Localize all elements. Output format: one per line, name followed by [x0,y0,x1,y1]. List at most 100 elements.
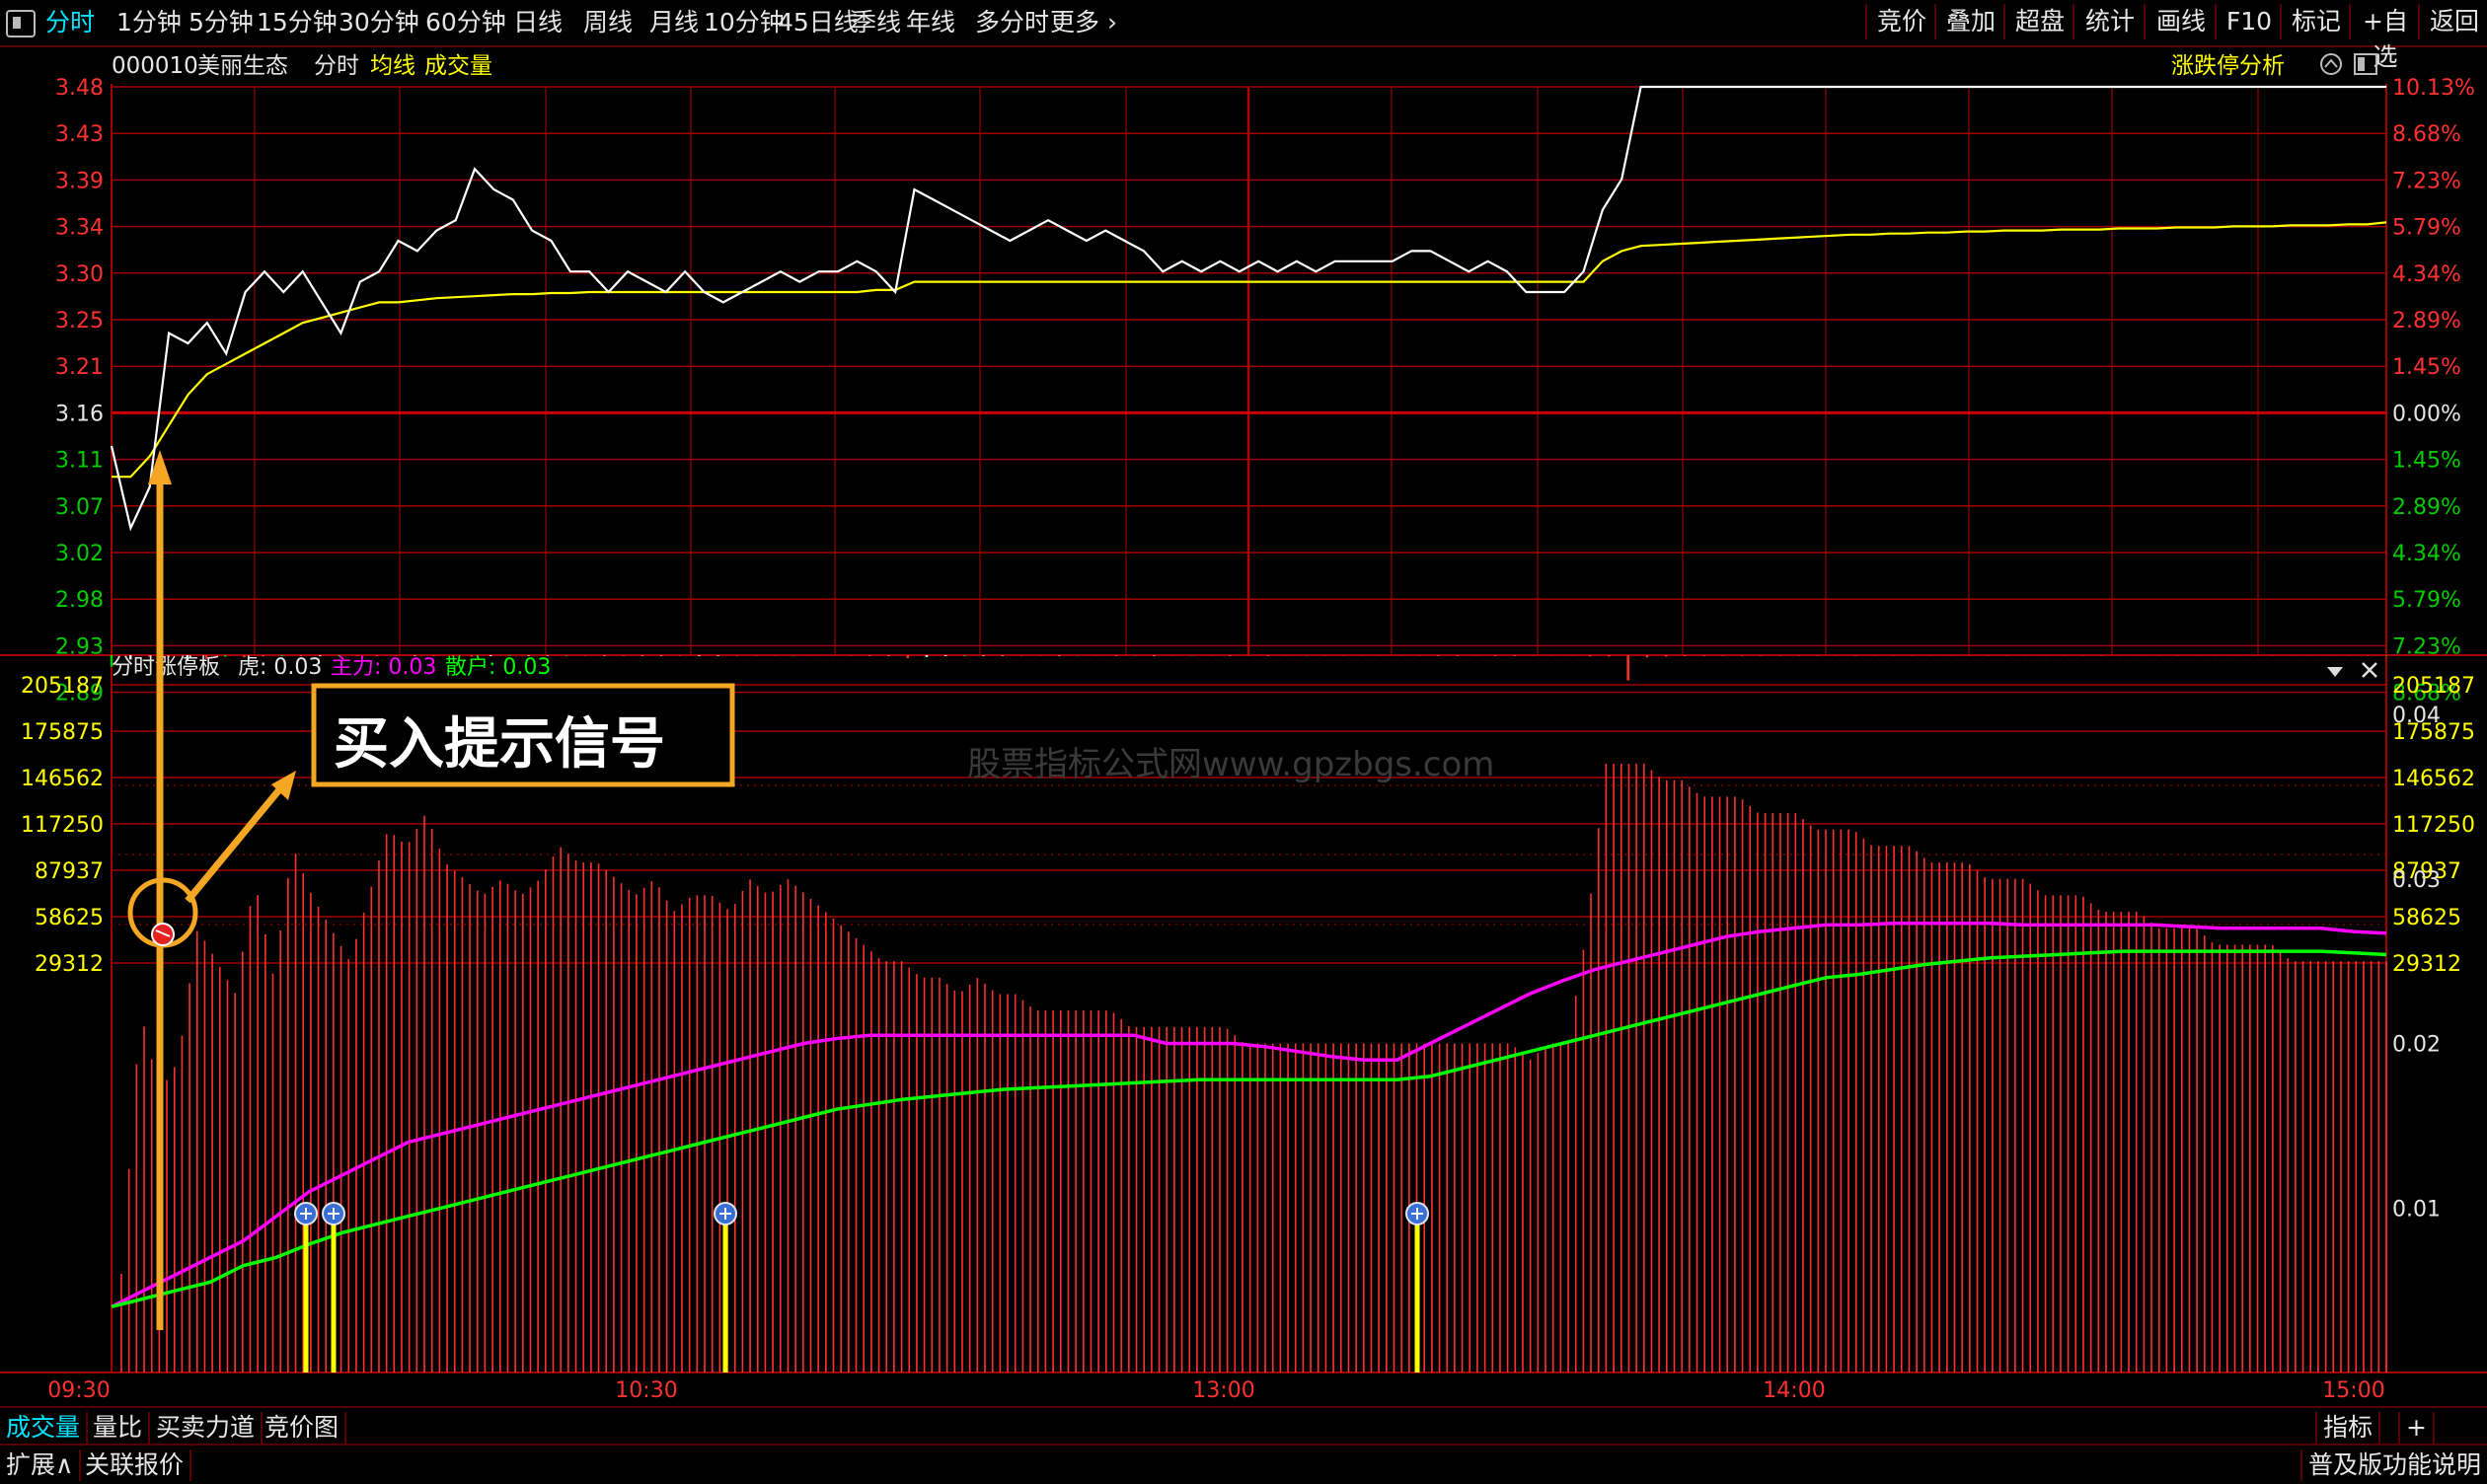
percent-label: 2.89% [2392,309,2461,334]
time-label: 10:30 [615,1378,677,1403]
price-label: 3.25 [55,309,104,334]
panel-layout-icon[interactable] [2354,53,2377,75]
period-tab-11[interactable]: 季线 [848,6,905,39]
period-tab-14[interactable]: 更多 › [1046,6,1121,39]
stock-code: 000010 [112,53,198,79]
indicator-axis-label: 0.02 [2392,1033,2441,1058]
price-label: 3.16 [55,402,104,426]
toolbar-button-3[interactable]: 统计 [2072,4,2146,39]
period-tab-0[interactable]: 分时 [41,6,99,39]
indicator-legend-1: 主力: 0.03 [331,655,436,680]
limit-analysis-link[interactable]: 涨跌停分析 [2171,53,2285,79]
bottom-tab-bar: 成交量 量比 买卖力道 竞价图 指标 + [0,1406,2487,1446]
bottom-right-button-1[interactable]: + [2398,1412,2435,1444]
time-label: 13:00 [1192,1378,1254,1403]
mode-label: 分时 [314,53,359,79]
percent-label: 8.68% [2392,122,2461,147]
time-label: 09:30 [47,1378,110,1403]
indicator-legend-2: 散户: 0.03 [445,655,551,680]
watermark-text: 股票指标公式网www.gpzbgs.com [967,745,1494,784]
volume-label-right: 117250 [2392,813,2475,838]
percent-label: 10.13% [2392,76,2475,101]
indicator-close-icon[interactable] [2362,662,2377,678]
period-tab-7[interactable]: 周线 [579,6,637,39]
indicator-axis-label: 0.01 [2392,1197,2441,1222]
volume-label: 117250 [21,813,104,838]
volume-label: 29312 [35,952,104,977]
period-tab-12[interactable]: 年线 [902,6,959,39]
window-menu-icon[interactable] [6,10,36,37]
volume-label-right: 205187 [2392,674,2475,699]
percent-label: 5.79% [2392,588,2461,613]
bottom-right-button-0[interactable]: 指标 [2315,1412,2381,1444]
price-label: 3.11 [55,449,104,474]
percent-label: 7.23% [2392,634,2461,659]
price-label: 2.98 [55,588,104,613]
status-bar: 扩展∧ 关联报价 普及版功能说明 [0,1444,2487,1484]
price-label: 3.02 [55,542,104,566]
price-label: 3.34 [55,216,104,241]
percent-label: 1.45% [2392,449,2461,474]
period-tab-2[interactable]: 5分钟 [185,6,258,39]
price-label: 3.39 [55,169,104,193]
price-label: 2.93 [55,634,104,659]
volume-label-right: 146562 [2392,767,2475,791]
indicator-axis-label: 0.03 [2392,868,2441,893]
volume-label: 205187 [21,674,104,699]
indicator-legend-0: 虎: 0.03 [238,655,322,680]
bottom-tab-1[interactable]: 量比 [87,1412,151,1444]
period-tab-6[interactable]: 日线 [509,6,566,39]
percent-label: 4.34% [2392,542,2461,566]
period-tab-3[interactable]: 15分钟 [253,6,341,39]
toolbar-button-2[interactable]: 超盘 [2003,4,2074,39]
help-link[interactable]: 普及版功能说明 [2299,1449,2487,1481]
annotation-text: 买入提示信号 [334,712,665,777]
toolbar-button-4[interactable]: 画线 [2144,4,2217,39]
percent-label: 2.89% [2392,495,2461,520]
status-tab-0[interactable]: 扩展∧ [0,1449,82,1481]
avg-line-label: 均线 [370,53,415,79]
period-tab-5[interactable]: 60分钟 [421,6,510,39]
price-label: 3.07 [55,495,104,520]
price-label: 3.43 [55,122,104,147]
price-label: 3.30 [55,262,104,287]
percent-label: 4.34% [2392,262,2461,287]
percent-label: 7.23% [2392,169,2461,193]
bottom-tab-2[interactable]: 买卖力道 [150,1412,264,1444]
volume-label: 成交量 [424,53,492,79]
percent-label: 5.79% [2392,216,2461,241]
time-label: 14:00 [1763,1378,1825,1403]
indicator-axis-label: 0.04 [2392,704,2441,728]
toolbar-button-8[interactable]: 返回 [2418,4,2487,39]
panel-toggle-icon[interactable] [2320,53,2342,75]
toolbar-button-1[interactable]: 叠加 [1934,4,2005,39]
period-tab-13[interactable]: 多分时 [971,6,1053,39]
volume-label: 175875 [21,720,104,745]
toolbar-button-0[interactable]: 竞价 [1865,4,1936,39]
percent-label: 0.00% [2392,402,2461,426]
price-label: 3.48 [55,76,104,101]
intraday-chart: 000010 美丽生态 分时 均线 成交量 涨跌停分析 股票指标公式网www.g… [0,53,2487,1403]
volume-label: 87937 [35,859,104,884]
period-toolbar: 分时 1分钟 5分钟 15分钟 30分钟 60分钟 日线 周线 月线 10分钟 45日线 季线 年线 多分… [0,0,2487,71]
indicator-dropdown-icon[interactable] [2327,667,2343,677]
price-label: 3.21 [55,355,104,380]
percent-label: 1.45% [2392,355,2461,380]
bottom-tab-3[interactable]: 竞价图 [259,1412,347,1444]
volume-label: 58625 [35,906,104,930]
volume-label-right: 29312 [2392,952,2461,977]
toolbar-button-6[interactable]: 标记 [2280,4,2351,39]
period-tab-1[interactable]: 1分钟 [113,6,186,39]
time-label: 15:00 [2322,1378,2384,1403]
bottom-tab-0[interactable]: 成交量 [0,1412,89,1444]
indicator-name: 分时涨停板 [112,655,220,680]
volume-label: 146562 [21,767,104,791]
volume-label-right: 58625 [2392,906,2461,930]
status-tab-1[interactable]: 关联报价 [79,1449,192,1481]
stock-name: 美丽生态 [197,53,288,79]
period-tab-8[interactable]: 月线 [645,6,703,39]
buy-signal-annotation: 买入提示信号 [311,683,735,787]
toolbar-button-7[interactable]: +自选 [2349,4,2420,71]
period-tab-4[interactable]: 30分钟 [335,6,423,39]
toolbar-button-5[interactable]: F10 [2215,4,2282,39]
